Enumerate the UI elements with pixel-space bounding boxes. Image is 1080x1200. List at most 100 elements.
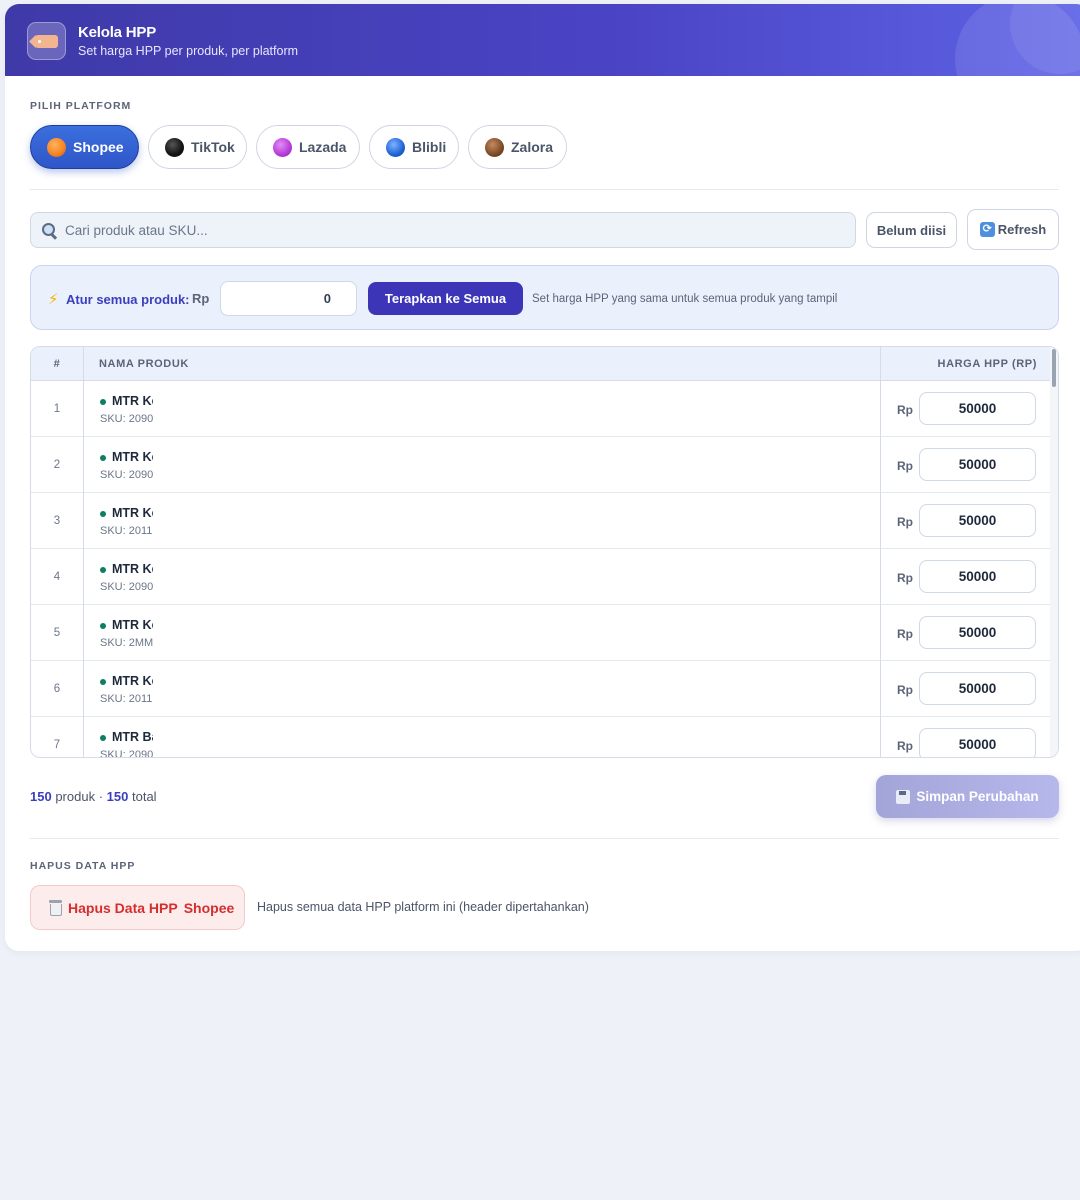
row-number: 5 <box>53 627 61 639</box>
hpp-price-input[interactable] <box>919 504 1036 537</box>
product-name: MTR Ke <box>112 506 153 520</box>
product-name: MTR Ke <box>112 618 153 632</box>
table-row: 5 MTR Ke SKU: 2MM Rp <box>31 605 1051 661</box>
status-dot <box>100 455 106 461</box>
platform-pill-zalora[interactable]: Zalora <box>468 125 567 169</box>
refresh-icon: ⟳ <box>979 222 995 237</box>
hpp-price-input[interactable] <box>919 448 1036 481</box>
hpp-price-input[interactable] <box>919 616 1036 649</box>
status-dot <box>100 623 106 629</box>
hpp-table: # NAMA PRODUK HARGA HPP (RP) 1 MTR Ke SK… <box>30 346 1059 758</box>
hpp-price-input[interactable] <box>919 392 1036 425</box>
lightning-icon: ⚡ <box>48 291 59 308</box>
product-count: 150 <box>30 789 52 804</box>
save-changes-label: Simpan Perubahan <box>916 789 1039 804</box>
status-dot <box>100 399 106 405</box>
lazada-dot-icon <box>273 137 292 157</box>
refresh-button[interactable]: ⟳ Refresh <box>967 209 1059 250</box>
product-sku: SKU: 2MM <box>100 637 153 649</box>
product-name: MTR Ke <box>112 674 153 688</box>
table-row: 7 MTR Ba SKU: 2090 Rp <box>31 717 1051 758</box>
column-header-product-name: NAMA PRODUK <box>99 358 189 370</box>
bulk-hint: Set harga HPP yang sama untuk semua prod… <box>532 293 838 305</box>
platform-pill-blibli[interactable]: Blibli <box>369 125 459 169</box>
bulk-label: Atur semua produk: <box>66 292 190 307</box>
status-dot <box>100 567 106 573</box>
row-number: 6 <box>53 683 61 695</box>
product-sku: SKU: 2011 <box>100 693 153 705</box>
total-count: 150 <box>106 789 129 804</box>
product-sku: SKU: 2090 <box>100 413 153 425</box>
product-sku: SKU: 2090 <box>100 581 153 593</box>
divider <box>30 838 1059 839</box>
product-sku: SKU: 2090 <box>100 749 153 758</box>
currency-label: Rp <box>897 403 913 417</box>
platform-pill-tiktok[interactable]: TikTok <box>148 125 247 169</box>
status-dot <box>100 679 106 685</box>
delete-button-label: Hapus Data HPP <box>68 899 178 916</box>
hpp-price-input[interactable] <box>919 672 1036 705</box>
platform-pill-label: Zalora <box>511 139 554 155</box>
table-scrollbar[interactable] <box>1050 347 1058 757</box>
bulk-set-panel: ⚡ Atur semua produk: Rp Terapkan ke Semu… <box>30 265 1059 330</box>
bulk-amount-input[interactable] <box>220 281 357 316</box>
column-divider <box>83 347 84 757</box>
delete-hint: Hapus semua data HPP platform ini (heade… <box>257 900 589 914</box>
platform-pill-lazada[interactable]: Lazada <box>256 125 360 169</box>
currency-label: Rp <box>897 571 913 585</box>
apply-all-button[interactable]: Terapkan ke Semua <box>368 282 523 315</box>
total-count-label: total <box>132 789 157 804</box>
shopee-dot-icon <box>47 137 66 157</box>
table-header: # NAMA PRODUK HARGA HPP (RP) <box>31 347 1058 381</box>
blibli-dot-icon <box>386 137 405 157</box>
platform-pill-shopee[interactable]: Shopee <box>30 125 139 169</box>
price-tag-icon <box>27 22 66 60</box>
delete-button-platform: Shopee <box>183 899 235 916</box>
platform-pill-label: Shopee <box>73 139 124 155</box>
hpp-card: Kelola HPP Set harga HPP per produk, per… <box>5 4 1080 951</box>
column-header-hpp-price: HARGA HPP (RP) <box>937 358 1037 370</box>
column-divider <box>880 347 881 757</box>
platform-pill-label: TikTok <box>191 139 235 155</box>
currency-label: Rp <box>192 291 210 306</box>
product-name: MTR Ke <box>112 450 153 464</box>
table-body: 1 MTR Ke SKU: 2090 Rp 2 MTR Ke SKU: 2090… <box>31 381 1051 758</box>
table-row: 6 MTR Ke SKU: 2011 Rp <box>31 661 1051 717</box>
filter-empty-button[interactable]: Belum diisi <box>866 212 957 248</box>
search-icon <box>41 222 57 238</box>
row-number: 3 <box>53 515 61 527</box>
save-changes-button[interactable]: Simpan Perubahan <box>876 775 1059 818</box>
trash-icon <box>48 899 63 916</box>
search-input[interactable] <box>65 222 825 238</box>
currency-label: Rp <box>897 627 913 641</box>
page-subtitle: Set harga HPP per produk, per platform <box>78 44 299 58</box>
refresh-label: Refresh <box>997 222 1047 237</box>
hpp-price-input[interactable] <box>919 560 1036 593</box>
header-banner: Kelola HPP Set harga HPP per produk, per… <box>5 4 1080 76</box>
table-row: 3 MTR Ke SKU: 2011 Rp <box>31 493 1051 549</box>
product-name: MTR Ke <box>112 562 153 576</box>
table-row: 2 MTR Ke SKU: 2090 Rp <box>31 437 1051 493</box>
product-name: MTR Ke <box>112 394 153 408</box>
table-row: 1 MTR Ke SKU: 2090 Rp <box>31 381 1051 437</box>
platform-pill-label: Blibli <box>412 139 447 155</box>
delete-hpp-data-button[interactable]: Hapus Data HPP Shopee <box>30 885 245 930</box>
delete-section-label: HAPUS DATA HPP <box>30 860 136 872</box>
platform-section-label: PILIH PLATFORM <box>30 100 132 112</box>
product-sku: SKU: 2011 <box>100 525 153 537</box>
product-name: MTR Ba <box>112 730 153 744</box>
product-sku: SKU: 2090 <box>100 469 153 481</box>
count-separator: · <box>98 789 104 804</box>
status-dot <box>100 511 106 517</box>
table-scrollbar-thumb[interactable] <box>1052 349 1056 387</box>
platform-pill-label: Lazada <box>299 139 347 155</box>
tiktok-dot-icon <box>165 137 184 157</box>
row-number: 2 <box>53 459 61 471</box>
row-number: 4 <box>53 571 61 583</box>
product-count-label: produk <box>55 789 96 804</box>
row-number: 7 <box>53 739 61 751</box>
search-box[interactable] <box>30 212 856 248</box>
hpp-price-input[interactable] <box>919 728 1036 757</box>
currency-label: Rp <box>897 459 913 473</box>
currency-label: Rp <box>897 683 913 697</box>
